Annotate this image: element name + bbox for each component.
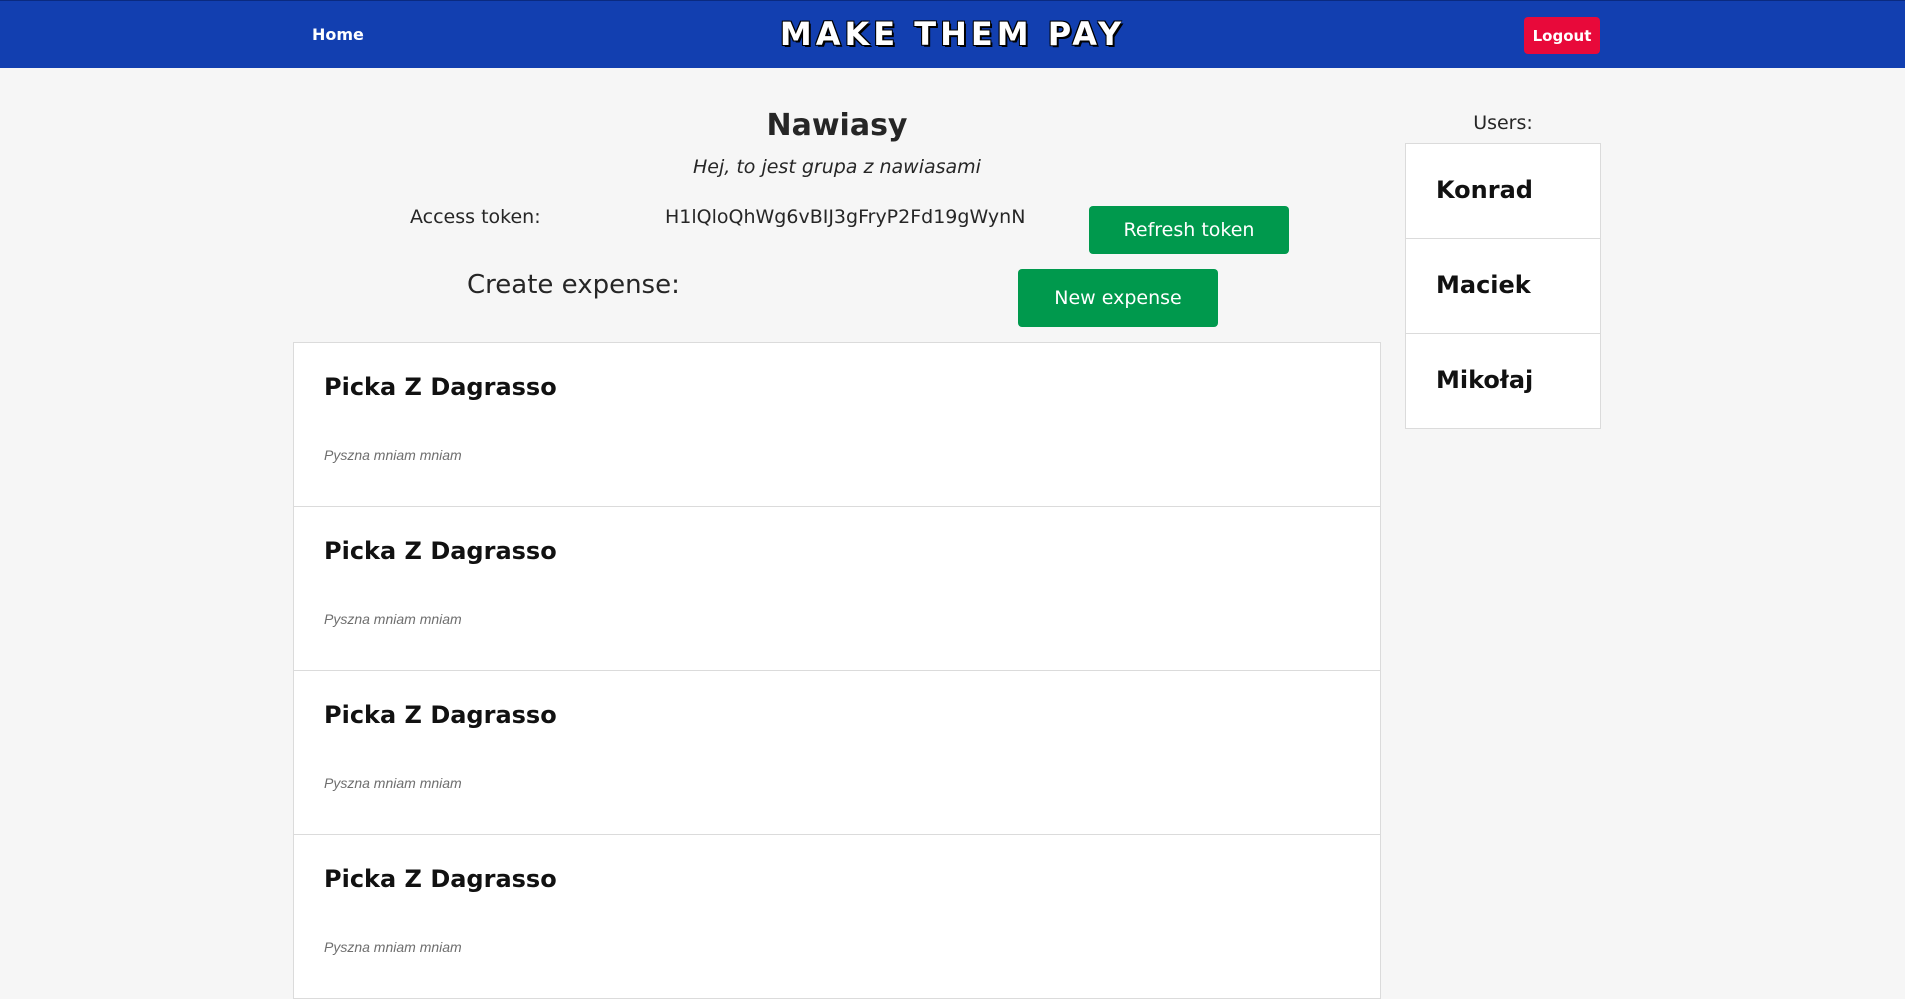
expense-description: Pyszna mniam mniam: [324, 939, 462, 955]
brand-title: MAKE THEM PAY: [779, 15, 1126, 53]
expense-title: Picka Z Dagrasso: [324, 865, 557, 893]
expense-item[interactable]: Picka Z Dagrasso Pyszna mniam mniam: [293, 670, 1381, 835]
expense-title: Picka Z Dagrasso: [324, 373, 557, 401]
logout-button[interactable]: Logout: [1524, 17, 1600, 54]
users-list: Konrad Maciek Mikołaj: [1405, 143, 1601, 429]
create-expense-label: Create expense:: [467, 270, 680, 300]
expense-description: Pyszna mniam mniam: [324, 611, 462, 627]
navbar: Home MAKE THEM PAY Logout: [0, 0, 1905, 68]
expense-description: Pyszna mniam mniam: [324, 447, 462, 463]
user-name: Maciek: [1436, 271, 1531, 299]
user-name: Mikołaj: [1436, 366, 1534, 394]
expense-description: Pyszna mniam mniam: [324, 775, 462, 791]
access-token-label: Access token:: [410, 206, 541, 228]
user-item-mikolaj[interactable]: Mikołaj: [1406, 333, 1600, 428]
user-item-maciek[interactable]: Maciek: [1406, 238, 1600, 333]
user-name: Konrad: [1436, 176, 1533, 204]
expense-title: Picka Z Dagrasso: [324, 701, 557, 729]
refresh-token-button[interactable]: Refresh token: [1089, 206, 1289, 254]
expense-item[interactable]: Picka Z Dagrasso Pyszna mniam mniam: [293, 342, 1381, 507]
expense-list: Picka Z Dagrasso Pyszna mniam mniam Pick…: [293, 342, 1381, 999]
access-token-value: H1lQloQhWg6vBIJ3gFryP2Fd19gWynN: [665, 206, 1026, 228]
expense-title: Picka Z Dagrasso: [324, 537, 557, 565]
expense-item[interactable]: Picka Z Dagrasso Pyszna mniam mniam: [293, 834, 1381, 999]
users-heading: Users:: [1473, 112, 1533, 134]
new-expense-button[interactable]: New expense: [1018, 269, 1218, 327]
group-name: Nawiasy: [766, 108, 908, 143]
user-item-konrad[interactable]: Konrad: [1406, 144, 1600, 238]
group-description: Hej, to jest grupa z nawiasami: [693, 156, 981, 178]
expense-item[interactable]: Picka Z Dagrasso Pyszna mniam mniam: [293, 506, 1381, 671]
